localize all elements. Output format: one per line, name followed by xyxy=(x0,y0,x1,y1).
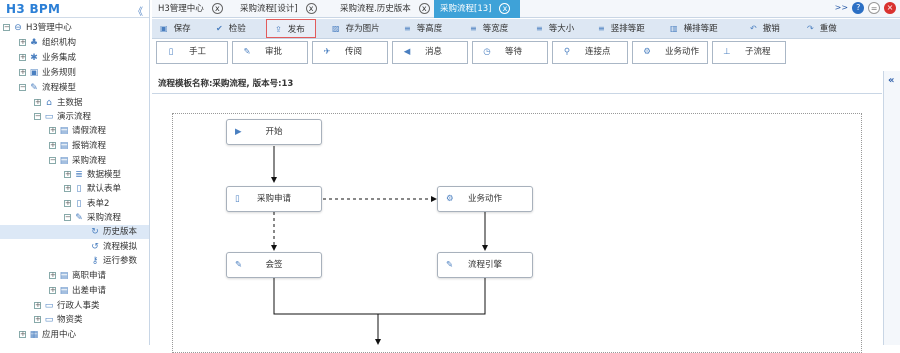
flow-node-engine[interactable]: ✎ 流程引擎 xyxy=(437,252,533,278)
flow-connectors xyxy=(271,146,488,345)
flow-node-purchase-request[interactable]: ▯ 采购申请 xyxy=(226,186,322,212)
flow-node-start[interactable]: ▶ 开始 xyxy=(226,119,322,145)
flow-node-countersign[interactable]: ✎ 会签 xyxy=(226,252,322,278)
connector-merge xyxy=(273,278,486,315)
flow-node-business-action[interactable]: ⚙ 业务动作 xyxy=(437,186,533,212)
